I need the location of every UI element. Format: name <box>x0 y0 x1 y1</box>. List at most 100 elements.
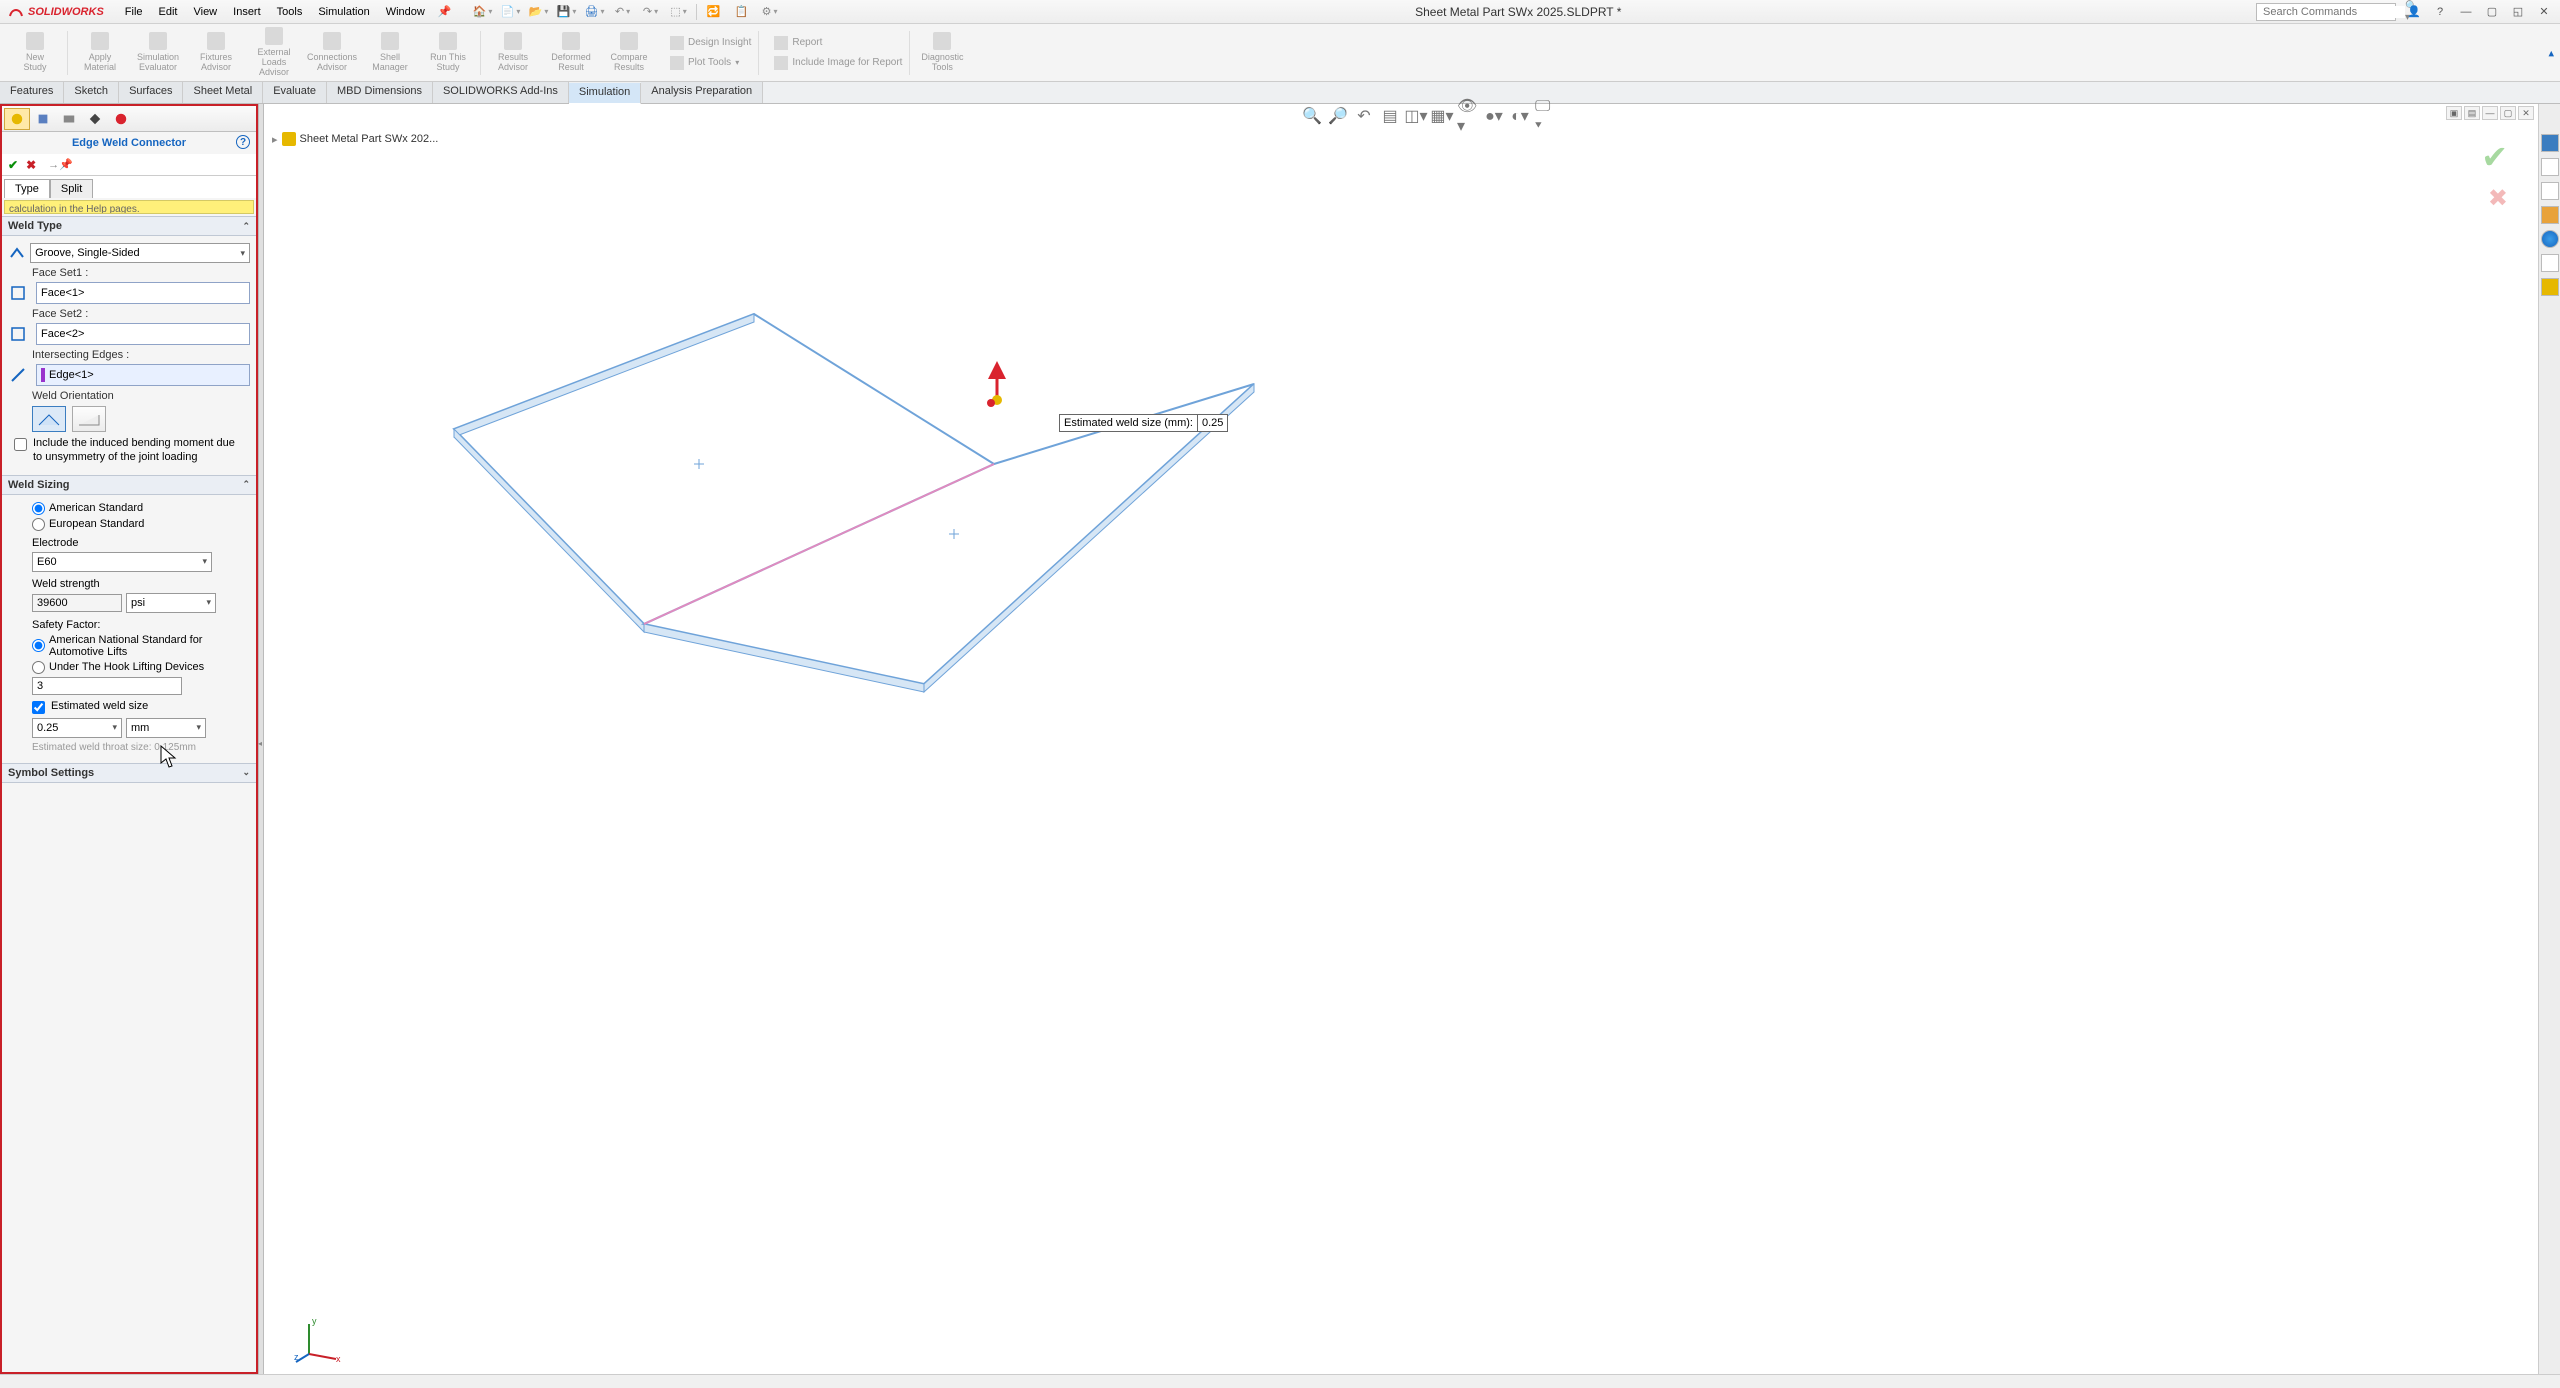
viewport-close-icon[interactable]: ✕ <box>2518 106 2534 120</box>
tab-features[interactable]: Features <box>0 82 64 103</box>
menu-edit[interactable]: Edit <box>152 4 185 20</box>
help-icon[interactable]: ? <box>2432 4 2448 20</box>
new-doc-button[interactable]: 📄 <box>500 2 522 22</box>
weld-strength-unit-dropdown[interactable]: psi <box>126 593 216 613</box>
face-set1-selection[interactable]: Face<1> <box>36 282 250 304</box>
subtab-split[interactable]: Split <box>50 179 93 198</box>
settings-button[interactable]: ⚙ <box>759 2 781 22</box>
window-minimize[interactable]: — <box>2458 4 2474 20</box>
tab-analysis-prep[interactable]: Analysis Preparation <box>641 82 763 103</box>
tab-sketch[interactable]: Sketch <box>64 82 119 103</box>
taskpane-forum-icon[interactable] <box>2541 278 2559 296</box>
safety-factor-input[interactable] <box>32 677 182 695</box>
viewport-layout2-icon[interactable]: ▤ <box>2464 106 2480 120</box>
undo-button[interactable]: ↶ <box>612 2 634 22</box>
menu-simulation[interactable]: Simulation <box>311 4 376 20</box>
taskpane-view-palette-icon[interactable] <box>2541 206 2559 224</box>
taskpane-custom-props-icon[interactable] <box>2541 254 2559 272</box>
ribbon-diagnostic-tools[interactable]: DiagnosticTools <box>913 27 971 79</box>
taskpane-library-icon[interactable] <box>2541 182 2559 200</box>
ribbon-include-image[interactable]: Include Image for Report <box>770 54 906 72</box>
view-triad-icon[interactable]: y x z <box>294 1314 344 1364</box>
save-button[interactable]: 💾 <box>556 2 578 22</box>
ribbon-shell-manager[interactable]: ShellManager <box>361 27 419 79</box>
ribbon-results-advisor[interactable]: ResultsAdvisor <box>484 27 542 79</box>
safety-ansi-radio[interactable] <box>32 639 45 652</box>
ribbon-report[interactable]: Report <box>770 34 906 52</box>
viewport-confirm-check-icon[interactable]: ✔ <box>2481 138 2508 176</box>
panel-cancel-button[interactable]: ✖ <box>26 158 36 172</box>
tab-mbd[interactable]: MBD Dimensions <box>327 82 433 103</box>
orientation-single-button[interactable] <box>72 406 106 432</box>
ribbon-design-insight[interactable]: Design Insight <box>666 34 755 52</box>
redo-button[interactable]: ↷ <box>640 2 662 22</box>
ribbon-apply-material[interactable]: ApplyMaterial <box>71 27 129 79</box>
breadcrumb-caret-icon[interactable]: ▸ <box>272 133 278 146</box>
vp-view-orientation-icon[interactable]: ◫▾ <box>1405 106 1427 126</box>
face-set2-selection[interactable]: Face<2> <box>36 323 250 345</box>
tab-surfaces[interactable]: Surfaces <box>119 82 183 103</box>
vp-appearance-icon[interactable]: ●▾ <box>1483 106 1505 126</box>
ribbon-fixtures-advisor[interactable]: FixturesAdvisor <box>187 27 245 79</box>
vp-scene-icon[interactable]: ◐▾ <box>1509 106 1531 126</box>
breadcrumb-text[interactable]: Sheet Metal Part SWx 202... <box>300 133 439 145</box>
panel-tab-configuration[interactable] <box>56 108 82 130</box>
safety-hook-radio[interactable] <box>32 661 45 674</box>
vp-prev-view-icon[interactable]: ↶ <box>1353 106 1375 126</box>
ribbon-simulation-evaluator[interactable]: SimulationEvaluator <box>129 27 187 79</box>
orientation-both-button[interactable] <box>32 406 66 432</box>
tab-addins[interactable]: SOLIDWORKS Add-Ins <box>433 82 569 103</box>
panel-ok-button[interactable]: ✔ <box>8 158 18 172</box>
ribbon-deformed-result[interactable]: DeformedResult <box>542 27 600 79</box>
select-button[interactable]: ⬚ <box>668 2 690 22</box>
ribbon-plot-tools[interactable]: Plot Tools▾ <box>666 54 755 72</box>
weld-size-callout[interactable]: Estimated weld size (mm): 0.25 <box>1059 414 1228 432</box>
estimated-weld-size-checkbox[interactable] <box>32 701 45 714</box>
vp-zoom-area-icon[interactable]: 🔎 <box>1327 106 1349 126</box>
vp-viewport-settings-icon[interactable]: 🖵▾ <box>1535 106 1557 126</box>
subtab-type[interactable]: Type <box>4 179 50 198</box>
taskpane-home-icon[interactable] <box>2541 134 2559 152</box>
include-bending-checkbox[interactable] <box>14 438 27 451</box>
menu-view[interactable]: View <box>186 4 224 20</box>
menu-window[interactable]: Window <box>379 4 432 20</box>
ribbon-collapse-icon[interactable]: ▴ <box>2548 46 2554 59</box>
window-restore[interactable]: ▢ <box>2484 4 2500 20</box>
user-account-icon[interactable]: 👤 <box>2406 4 2422 20</box>
pin-menu-icon[interactable]: 📌 <box>438 5 452 18</box>
vp-display-style-icon[interactable]: ▦▾ <box>1431 106 1453 126</box>
ribbon-run-study[interactable]: Run ThisStudy <box>419 27 477 79</box>
search-commands[interactable]: 🔍▾ <box>2256 3 2396 21</box>
estimated-size-unit-dropdown[interactable]: mm <box>126 718 206 738</box>
ribbon-external-loads[interactable]: External LoadsAdvisor <box>245 27 303 79</box>
weld-type-dropdown[interactable]: Groove, Single-Sided <box>30 243 250 263</box>
ribbon-compare-results[interactable]: CompareResults <box>600 27 658 79</box>
panel-pushpin-icon[interactable]: →📌 <box>48 158 73 171</box>
estimated-size-input[interactable]: 0.25 <box>32 718 122 738</box>
electrode-dropdown[interactable]: E60 <box>32 552 212 572</box>
panel-tab-dimxpert[interactable] <box>82 108 108 130</box>
viewport-layout1-icon[interactable]: ▣ <box>2446 106 2462 120</box>
section-weld-sizing[interactable]: Weld Sizing⌃ <box>2 475 256 495</box>
weld-seam-edge[interactable] <box>644 464 994 624</box>
viewport-min-icon[interactable]: — <box>2482 106 2498 120</box>
tab-sheet-metal[interactable]: Sheet Metal <box>183 82 263 103</box>
home-button[interactable]: 🏠 <box>472 2 494 22</box>
print-button[interactable]: 🖨 <box>584 2 606 22</box>
ribbon-connections-advisor[interactable]: ConnectionsAdvisor <box>303 27 361 79</box>
intersecting-edges-selection[interactable]: Edge<1> <box>36 364 250 386</box>
section-symbol-settings[interactable]: Symbol Settings⌄ <box>2 763 256 783</box>
tab-evaluate[interactable]: Evaluate <box>263 82 327 103</box>
viewport-max-icon[interactable]: ▢ <box>2500 106 2516 120</box>
section-weld-type[interactable]: Weld Type⌃ <box>2 216 256 236</box>
menu-tools[interactable]: Tools <box>270 4 310 20</box>
ribbon-new-study[interactable]: NewStudy <box>6 27 64 79</box>
american-standard-radio[interactable] <box>32 502 45 515</box>
rebuild-button[interactable]: 🔁 <box>703 2 725 22</box>
panel-tab-display[interactable] <box>108 108 134 130</box>
window-maximize[interactable]: ◱ <box>2510 4 2526 20</box>
panel-help-icon[interactable]: ? <box>236 135 250 149</box>
vp-hide-show-icon[interactable]: 👁▾ <box>1457 106 1479 126</box>
menu-insert[interactable]: Insert <box>226 4 268 20</box>
search-input[interactable] <box>2263 6 2405 18</box>
